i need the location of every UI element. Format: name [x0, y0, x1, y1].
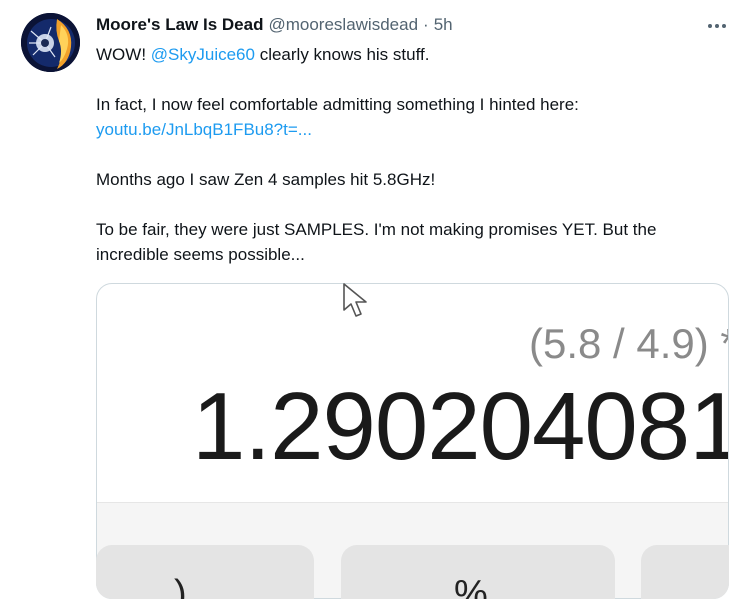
tweet-header: Moore's Law Is Dead @mooreslawisdead · 5… [96, 12, 453, 38]
calculator-expression: (5.8 / 4.9) * [529, 320, 729, 367]
url-link[interactable]: youtu.be/JnLbqB1FBu8?t=... [96, 120, 312, 139]
text-segment: In fact, I now feel comfortable admittin… [96, 95, 579, 114]
tweet-paragraph: Months ago I saw Zen 4 samples hit 5.8GH… [96, 170, 436, 189]
avatar-image [21, 13, 80, 72]
author-handle[interactable]: @mooreslawisdead [268, 15, 418, 35]
tweet-paragraph: In fact, I now feel comfortable admittin… [96, 92, 731, 142]
tweet[interactable]: Moore's Law Is Dead @mooreslawisdead · 5… [0, 0, 754, 611]
separator-dot: · [423, 15, 429, 34]
calculator-result: 1.29020408163 [192, 373, 728, 480]
mouse-pointer-icon [343, 283, 367, 317]
tweet-text: WOW! @SkyJuice60 clearly knows his stuff… [96, 42, 731, 292]
tweet-paragraph: WOW! @SkyJuice60 clearly knows his stuff… [96, 42, 731, 67]
author-name[interactable]: Moore's Law Is Dead [96, 15, 263, 35]
mention-link[interactable]: @SkyJuice60 [151, 45, 255, 64]
more-options-button[interactable] [700, 14, 734, 38]
media-image[interactable]: (5.8 / 4.9) * 1.29020408163 [96, 283, 729, 599]
tweet-paragraph: To be fair, they were just SAMPLES. I'm … [96, 220, 657, 264]
more-horizontal-icon [708, 24, 712, 28]
text-segment: WOW! [96, 45, 151, 64]
more-horizontal-icon-dot [715, 24, 719, 28]
avatar[interactable] [21, 13, 80, 72]
calculator-keypad [97, 503, 728, 598]
more-horizontal-icon-dot [722, 24, 726, 28]
text-segment: clearly knows his stuff. [254, 45, 430, 64]
timestamp[interactable]: 5h [434, 15, 453, 35]
